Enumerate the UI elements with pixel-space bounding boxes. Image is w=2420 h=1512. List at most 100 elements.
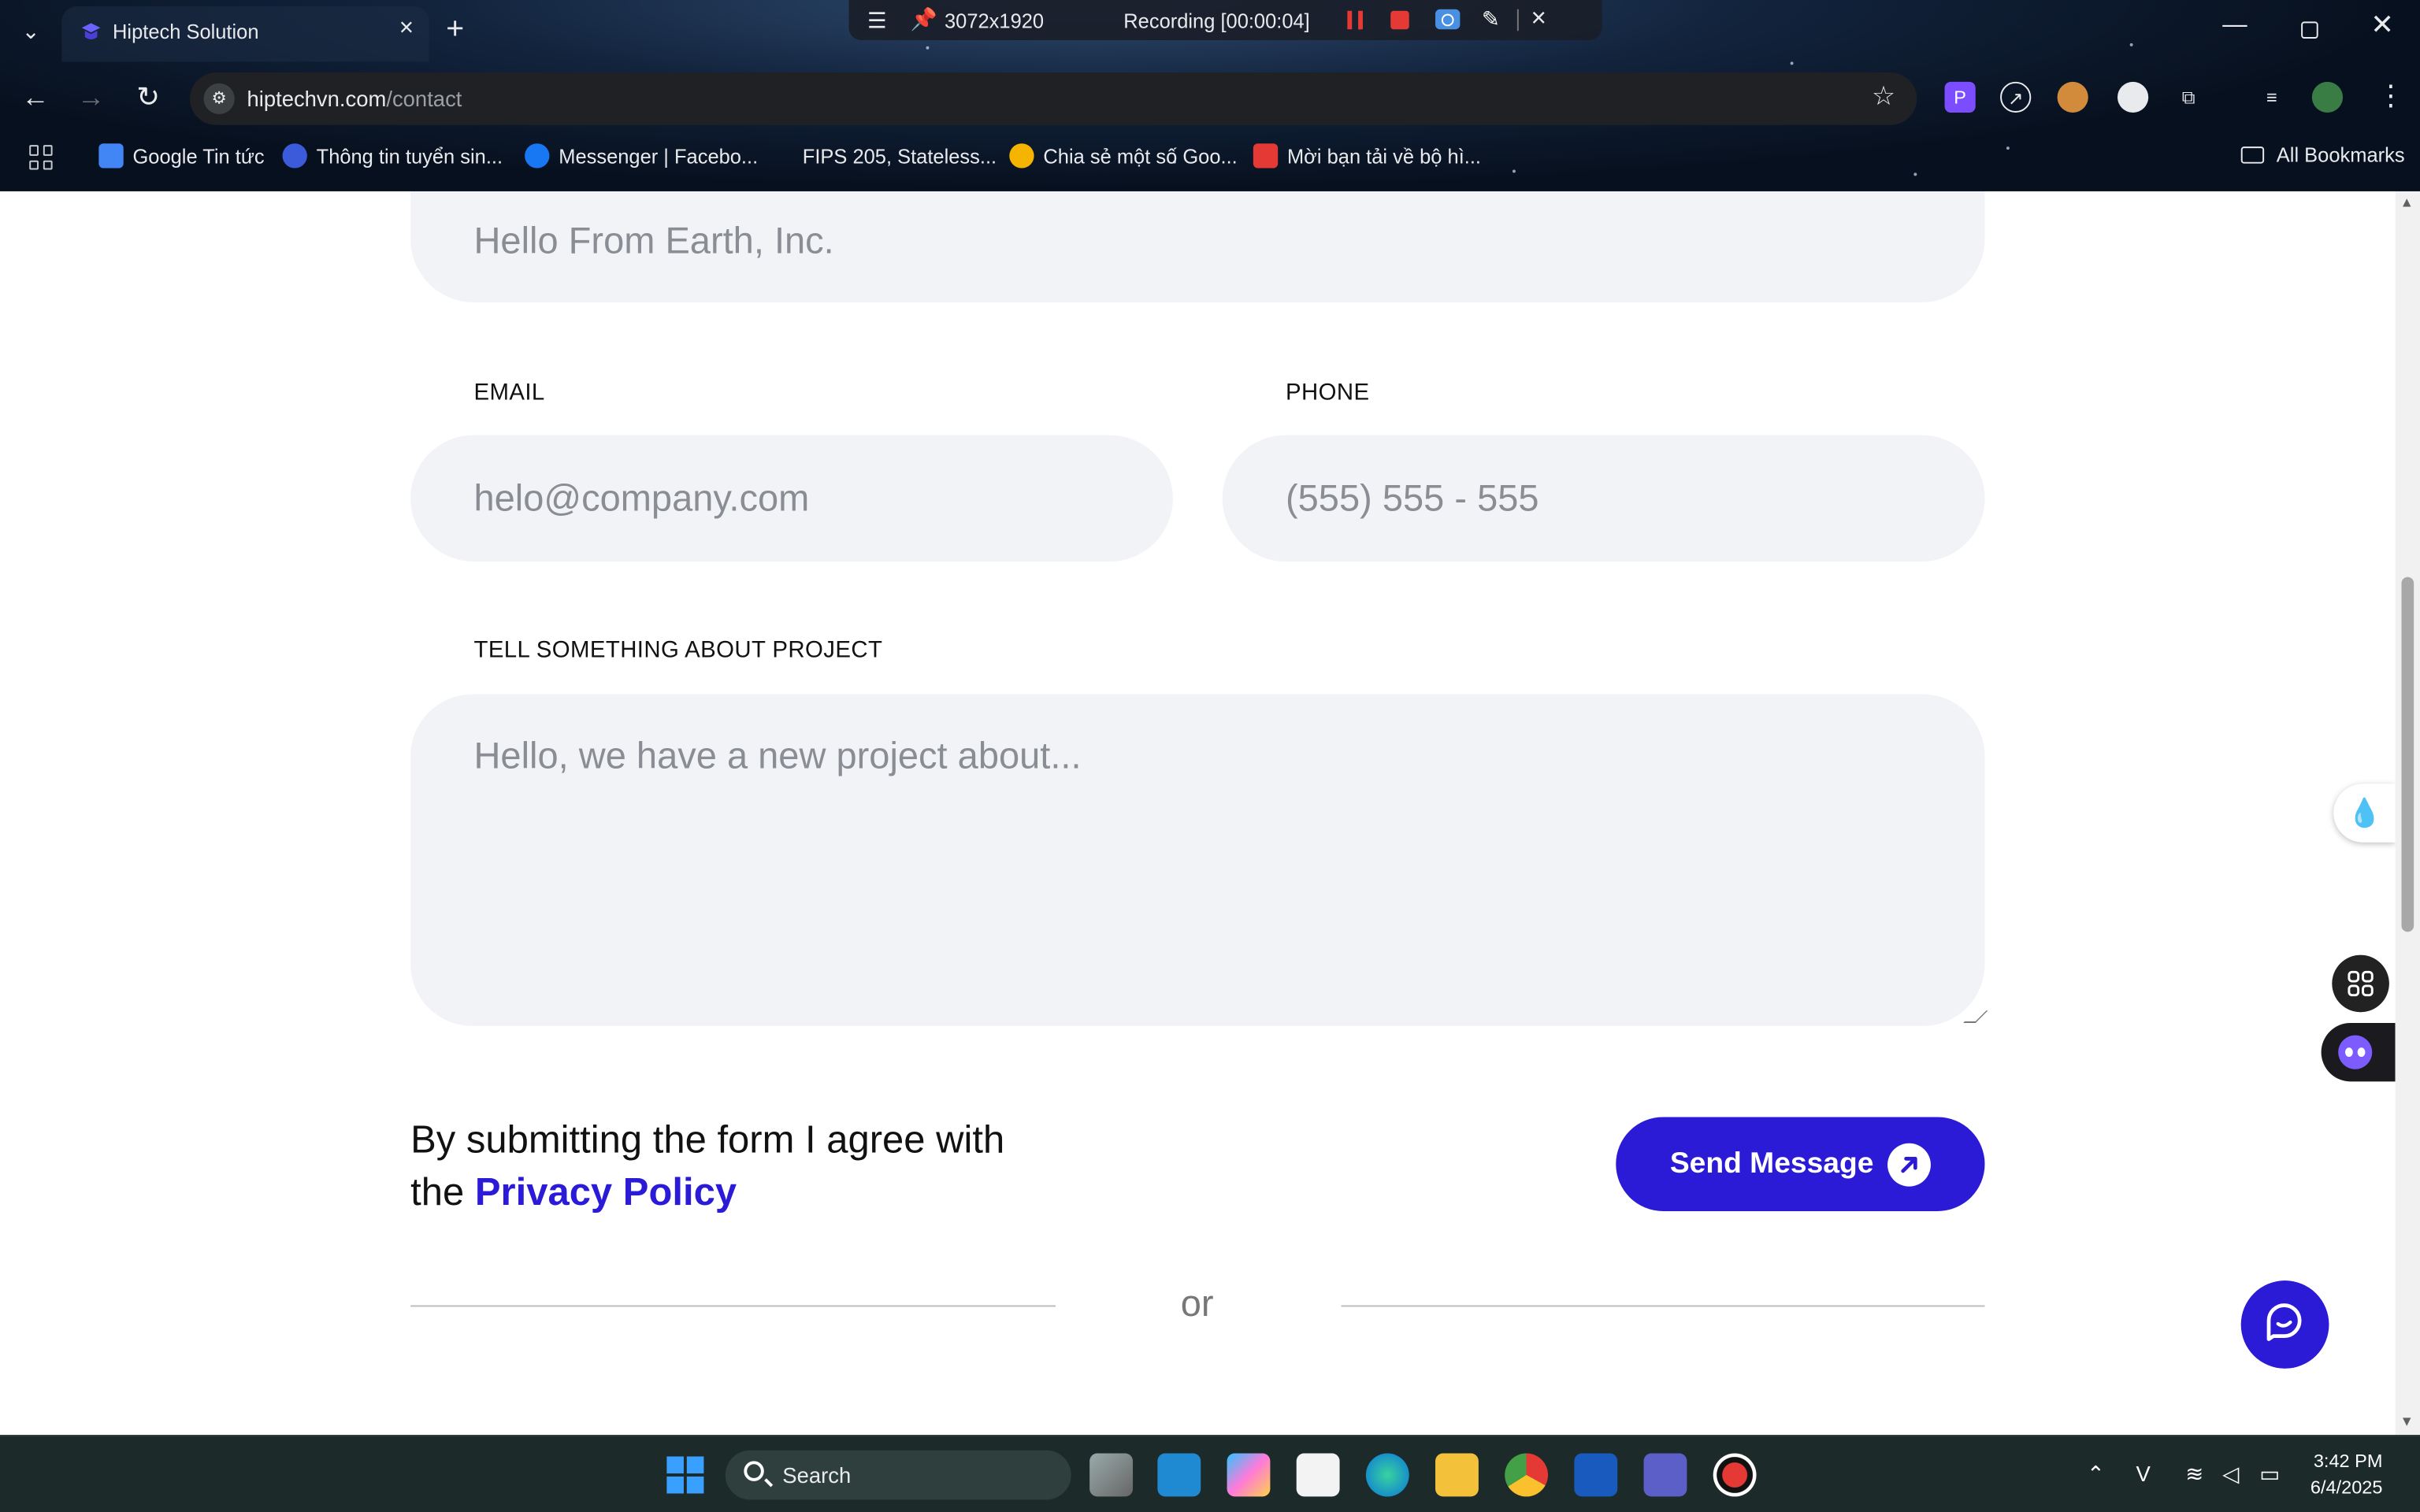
reload-icon[interactable]: ↻ <box>132 80 165 114</box>
page-scrollbar[interactable]: ▲ ▼ <box>2395 191 2420 1436</box>
resize-handle[interactable] <box>1963 1010 1988 1023</box>
task-view-icon[interactable] <box>1089 1453 1134 1497</box>
bookmark-fips[interactable]: FIPS 205, Stateless... <box>769 143 997 171</box>
email-field[interactable]: helo@company.com <box>410 435 1173 562</box>
bookmark-chia-se[interactable]: Chia sẻ một số Goo... <box>1009 143 1238 171</box>
chrome-icon[interactable] <box>1505 1453 1549 1497</box>
restore-icon[interactable] <box>2301 21 2318 39</box>
word-icon[interactable] <box>1574 1453 1618 1497</box>
camera-icon[interactable] <box>1435 9 1461 30</box>
phone-label: PHONE <box>1286 379 1370 406</box>
pin-icon[interactable]: 📌 <box>911 6 937 32</box>
project-textarea[interactable]: Hello, we have a new project about... <box>410 694 1988 1026</box>
bookmark-star-icon[interactable]: ☆ <box>1872 82 1895 113</box>
extension-p-icon[interactable]: P <box>1944 81 1976 113</box>
s-logo-icon <box>1253 143 1279 169</box>
recorder-divider <box>1516 9 1519 32</box>
minimize-icon[interactable]: — <box>2222 13 2247 40</box>
globe-icon <box>282 143 307 169</box>
clock-date: 6/4/2025 <box>2310 1476 2383 1499</box>
clock-time: 3:42 PM <box>2313 1450 2383 1473</box>
search-label: Search <box>782 1462 852 1488</box>
url-text[interactable]: hiptechvn.com/contact <box>247 87 462 111</box>
media-control-icon[interactable]: ≡ <box>2256 82 2287 113</box>
recorder-menu-icon[interactable]: ☰ <box>867 8 887 34</box>
bookmark-messenger[interactable]: Messenger | Facebo... <box>525 143 758 171</box>
phone-field[interactable]: (555) 555 - 555 <box>1222 435 1985 562</box>
bookmarks-bar: Google Tin tức Thông tin tuyển sin... Me… <box>0 135 2420 179</box>
cookie-extension-icon[interactable] <box>2057 81 2088 113</box>
teams-icon[interactable] <box>1643 1453 1687 1497</box>
all-bookmarks[interactable]: All Bookmarks <box>2240 143 2405 167</box>
wifi-icon[interactable]: ≋ <box>2185 1461 2203 1487</box>
v-app-icon[interactable]: V <box>2136 1461 2151 1485</box>
site-info-icon[interactable]: ⚙ <box>203 83 235 114</box>
windows-start-icon[interactable] <box>663 1454 707 1497</box>
bookmark-label: Messenger | Facebo... <box>559 145 759 169</box>
email-placeholder: helo@company.com <box>473 478 810 521</box>
apps-grid-icon[interactable] <box>29 145 54 170</box>
profile-avatar[interactable] <box>2311 81 2344 113</box>
volume-icon[interactable]: ◁ <box>2222 1461 2239 1487</box>
company-field[interactable]: Hello From Earth, Inc. <box>410 191 1985 303</box>
tab-strip: ⌄ Hiptech Solution × + ☰ 📌 3072x1920 Rec… <box>0 0 2420 62</box>
taskbar-search[interactable]: Search <box>725 1450 1071 1500</box>
chat-bubble-icon[interactable] <box>2240 1280 2329 1369</box>
project-label: TELL SOMETHING ABOUT PROJECT <box>473 637 883 664</box>
address-bar[interactable]: ⚙ hiptechvn.com/contact ☆ <box>189 72 1917 125</box>
bookmark-label: Google Tin tức <box>132 145 265 169</box>
search-icon <box>744 1461 764 1481</box>
stop-icon[interactable] <box>1390 10 1409 30</box>
lightbulb-icon <box>1009 143 1034 169</box>
scroll-down-icon[interactable]: ▼ <box>2400 1414 2414 1429</box>
tab-close-icon[interactable]: × <box>399 16 414 43</box>
bookmark-label: FIPS 205, Stateless... <box>802 145 997 169</box>
file-explorer-icon[interactable] <box>1435 1453 1479 1497</box>
recording-status: Recording [00:00:04] <box>1123 9 1310 33</box>
all-bookmarks-label: All Bookmarks <box>2276 143 2405 167</box>
copilot-icon[interactable] <box>1227 1453 1271 1497</box>
tab-search-icon[interactable]: ⌄ <box>16 16 46 46</box>
url-path: /contact <box>386 86 462 112</box>
window-close-icon[interactable]: ✕ <box>2370 9 2394 42</box>
scroll-up-icon[interactable]: ▲ <box>2400 195 2414 210</box>
phone-placeholder: (555) 555 - 555 <box>1286 478 1539 521</box>
forward-icon[interactable]: → <box>74 80 108 114</box>
extensions-puzzle-icon[interactable]: ⧉ <box>2173 82 2204 113</box>
tab-title: Hiptech Solution <box>113 20 259 43</box>
bookmark-label: Chia sẻ một số Goo... <box>1043 145 1238 169</box>
scroll-thumb[interactable] <box>2401 576 2414 932</box>
browser-chrome: ⌄ Hiptech Solution × + ☰ 📌 3072x1920 Rec… <box>0 0 2420 191</box>
bookmark-google-news[interactable]: Google Tin tức <box>98 143 265 171</box>
vscode-icon[interactable] <box>1157 1453 1201 1497</box>
windows-taskbar: Search ⌃ V ≋ ◁ ▭ 3:42 PM 6/4/2025 <box>0 1435 2420 1512</box>
grid-widget-icon[interactable] <box>2332 954 2389 1013</box>
edge-icon[interactable] <box>1365 1453 1409 1497</box>
recorder-close-icon[interactable]: × <box>1531 3 1546 34</box>
privacy-policy-link[interactable]: Privacy Policy <box>475 1171 737 1214</box>
browser-menu-icon[interactable]: ⋮ <box>2377 80 2404 113</box>
assistant-eyes-icon[interactable] <box>2321 1022 2396 1082</box>
send-message-button[interactable]: Send Message <box>1616 1117 1985 1211</box>
back-icon[interactable]: ← <box>19 80 53 114</box>
microsoft-store-icon[interactable] <box>1296 1453 1340 1497</box>
project-placeholder: Hello, we have a new project about... <box>473 736 1082 778</box>
pen-icon[interactable]: ✎ <box>1482 6 1500 32</box>
facebook-icon <box>525 143 550 169</box>
agreement-the: the <box>410 1171 465 1214</box>
pause-icon[interactable] <box>1347 10 1363 30</box>
battery-icon[interactable]: ▭ <box>2259 1461 2280 1487</box>
compass-extension-icon[interactable]: ↗ <box>2000 81 2032 113</box>
tray-chevron-icon[interactable]: ⌃ <box>2087 1461 2105 1487</box>
screen-recorder-icon[interactable] <box>1713 1453 1757 1497</box>
system-clock[interactable]: 3:42 PM 6/4/2025 <box>2311 1449 2383 1502</box>
or-separator: or <box>1180 1284 1214 1325</box>
sparkle-drop-icon[interactable]: 💧 <box>2333 784 2396 843</box>
bookmark-label: Thông tin tuyển sin... <box>316 145 503 169</box>
bookmark-tai-ve[interactable]: Mời bạn tải về bộ hì... <box>1253 143 1481 171</box>
recorder-extension-icon[interactable] <box>2118 81 2149 113</box>
new-tab-icon[interactable]: + <box>446 13 464 46</box>
bookmark-tuyen-sinh[interactable]: Thông tin tuyển sin... <box>282 143 503 171</box>
divider-right <box>1341 1305 1985 1307</box>
tab-hiptech[interactable]: Hiptech Solution × <box>61 6 429 62</box>
